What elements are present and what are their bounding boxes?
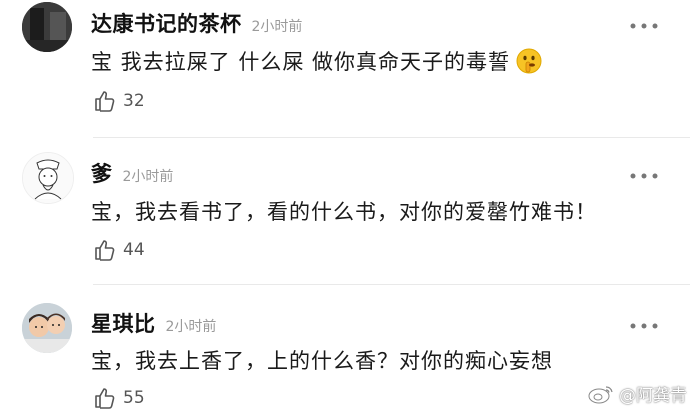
- divider: [93, 137, 690, 138]
- avatar[interactable]: [22, 2, 72, 52]
- avatar[interactable]: [22, 303, 72, 353]
- username[interactable]: 星琪比 2小时前: [91, 308, 216, 338]
- weibo-logo-icon: [588, 385, 613, 403]
- comment-text: 宝，我去看书了，看的什么书，对你的爱罄竹难书！: [91, 200, 597, 224]
- comment-time: 2小时前: [165, 319, 217, 335]
- more-dots-icon: [630, 173, 658, 179]
- more-options-button[interactable]: [630, 14, 658, 29]
- comment-text: 宝，我去上香了，上的什么香？对你的痴心妄想: [91, 349, 553, 373]
- more-options-button[interactable]: [630, 314, 658, 329]
- like-button[interactable]: 44: [93, 238, 145, 262]
- thumbs-up-icon: [95, 91, 115, 112]
- comment-time: 2小时前: [251, 19, 303, 35]
- divider: [93, 284, 690, 285]
- username[interactable]: 爹 2小时前: [91, 158, 173, 188]
- like-count: 32: [123, 91, 145, 111]
- like-count: 55: [123, 388, 145, 408]
- like-button[interactable]: 32: [93, 89, 145, 113]
- comment-text: 宝 我去拉屎了 什么屎 做你真命天子的毒誓: [91, 46, 542, 79]
- avatar[interactable]: [22, 152, 74, 204]
- watermark-text: @阿龚青: [619, 386, 687, 406]
- more-dots-icon: [630, 23, 658, 29]
- thumbs-up-icon: [95, 388, 115, 409]
- watermark: @阿龚青: [588, 381, 687, 406]
- like-count: 44: [123, 240, 145, 260]
- like-button[interactable]: 55: [93, 386, 145, 410]
- thumbs-up-icon: [95, 240, 115, 261]
- more-options-button[interactable]: [630, 164, 658, 179]
- username[interactable]: 达康书记的茶杯 2小时前: [91, 8, 302, 38]
- more-dots-icon: [630, 323, 658, 329]
- comment-time: 2小时前: [122, 169, 174, 185]
- shushing-face-emoji: [516, 48, 542, 79]
